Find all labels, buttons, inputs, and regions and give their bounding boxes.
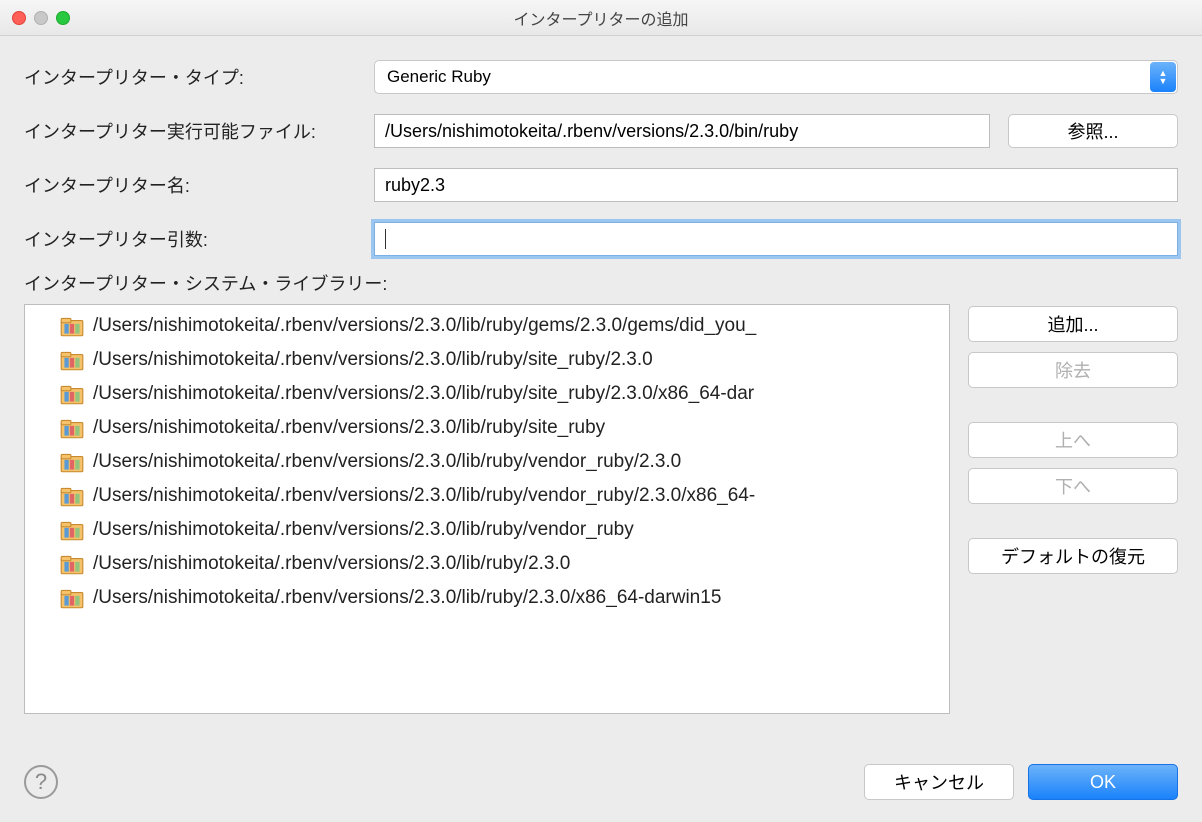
remove-library-button: 除去 (968, 352, 1178, 388)
library-folder-icon (59, 381, 85, 407)
add-library-button[interactable]: 追加... (968, 306, 1178, 342)
help-button[interactable]: ? (24, 765, 58, 799)
ok-button[interactable]: OK (1028, 764, 1178, 800)
window-close-button[interactable] (12, 11, 26, 25)
library-folder-icon (59, 347, 85, 373)
executable-input[interactable] (374, 114, 990, 148)
library-folder-icon (59, 517, 85, 543)
library-folder-icon (59, 551, 85, 577)
list-item[interactable]: /Users/nishimotokeita/.rbenv/versions/2.… (25, 377, 949, 411)
window-title: インタープリターの追加 (12, 6, 1190, 30)
library-side-buttons: 追加... 除去 上へ 下へ デフォルトの復元 (968, 304, 1178, 574)
text-caret-icon (385, 229, 386, 249)
move-down-button: 下へ (968, 468, 1178, 504)
list-item[interactable]: /Users/nishimotokeita/.rbenv/versions/2.… (25, 445, 949, 479)
library-folder-icon (59, 415, 85, 441)
list-item[interactable]: /Users/nishimotokeita/.rbenv/versions/2.… (25, 581, 949, 615)
list-item[interactable]: /Users/nishimotokeita/.rbenv/versions/2.… (25, 547, 949, 581)
help-icon: ? (35, 769, 47, 795)
list-item[interactable]: /Users/nishimotokeita/.rbenv/versions/2.… (25, 479, 949, 513)
dialog-footer: ? キャンセル OK (24, 764, 1178, 800)
interpreter-type-label: インタープリター・タイプ: (24, 64, 374, 90)
restore-defaults-button[interactable]: デフォルトの復元 (968, 538, 1178, 574)
library-folder-icon (59, 449, 85, 475)
select-arrows-icon: ▲▼ (1150, 62, 1176, 92)
libraries-label: インタープリター・システム・ライブラリー: (24, 270, 1178, 296)
interpreter-name-label: インタープリター名: (24, 172, 374, 198)
window-zoom-button[interactable] (56, 11, 70, 25)
list-item[interactable]: /Users/nishimotokeita/.rbenv/versions/2.… (25, 309, 949, 343)
cancel-button[interactable]: キャンセル (864, 764, 1014, 800)
window-minimize-button (34, 11, 48, 25)
traffic-lights (12, 11, 70, 25)
library-folder-icon (59, 483, 85, 509)
library-folder-icon (59, 585, 85, 611)
list-item[interactable]: /Users/nishimotokeita/.rbenv/versions/2.… (25, 343, 949, 377)
interpreter-args-label: インタープリター引数: (24, 226, 374, 252)
executable-label: インタープリター実行可能ファイル: (24, 118, 374, 144)
list-item[interactable]: /Users/nishimotokeita/.rbenv/versions/2.… (25, 411, 949, 445)
move-up-button: 上へ (968, 422, 1178, 458)
interpreter-type-value: Generic Ruby (387, 67, 491, 87)
dialog-content: インタープリター・タイプ: Generic Ruby ▲▼ インタープリター実行… (0, 36, 1202, 726)
interpreter-type-select[interactable]: Generic Ruby ▲▼ (374, 60, 1178, 94)
list-item[interactable]: /Users/nishimotokeita/.rbenv/versions/2.… (25, 513, 949, 547)
interpreter-args-input[interactable] (374, 222, 1178, 256)
library-folder-icon (59, 313, 85, 339)
titlebar: インタープリターの追加 (0, 0, 1202, 36)
libraries-list[interactable]: /Users/nishimotokeita/.rbenv/versions/2.… (24, 304, 950, 714)
interpreter-name-input[interactable] (374, 168, 1178, 202)
browse-button[interactable]: 参照... (1008, 114, 1178, 148)
